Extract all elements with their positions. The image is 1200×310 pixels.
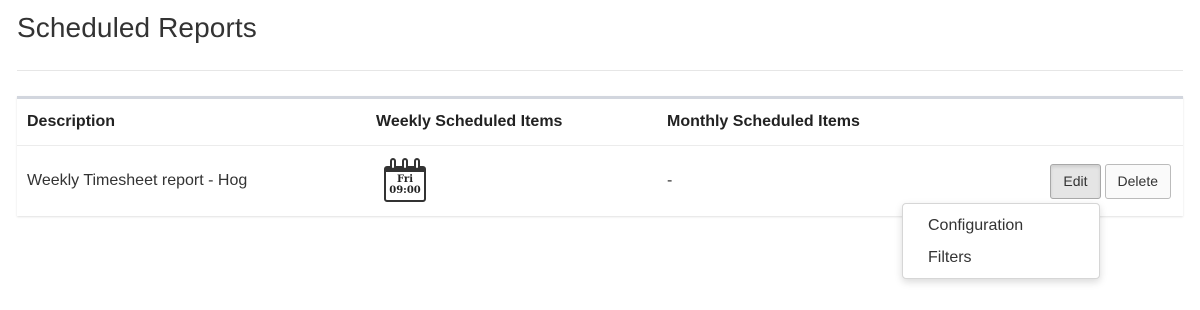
column-header-description: Description [17,97,366,146]
calendar-ring [402,158,408,170]
calendar-ring [414,158,420,170]
column-header-weekly: Weekly Scheduled Items [366,97,657,146]
calendar-body: Fri 09:00 [384,166,426,202]
edit-button[interactable]: Edit [1050,163,1101,199]
scheduled-reports-table: Description Weekly Scheduled Items Month… [17,96,1183,216]
menu-item-configuration[interactable]: Configuration [903,212,1099,244]
calendar-icon: Fri 09:00 [384,158,426,204]
calendar-time: 09:00 [389,185,421,196]
menu-item-filters[interactable]: Filters [903,244,1099,276]
title-divider [17,70,1183,71]
scheduled-reports-page: Scheduled Reports Description Weekly Sch… [0,0,1200,310]
report-description: Weekly Timesheet report - Hog [27,172,248,189]
delete-button[interactable]: Delete [1104,163,1171,199]
column-header-actions [927,97,1183,146]
calendar-day: Fri [397,174,413,185]
weekly-schedule-cell: Fri 09:00 [366,146,657,217]
calendar-ring [390,158,396,170]
monthly-schedule-cell: - [667,172,673,189]
column-header-monthly: Monthly Scheduled Items [657,97,927,146]
table-header-row: Description Weekly Scheduled Items Month… [17,97,1183,146]
edit-dropdown-menu: Configuration Filters [902,203,1100,279]
page-title: Scheduled Reports [17,12,257,43]
